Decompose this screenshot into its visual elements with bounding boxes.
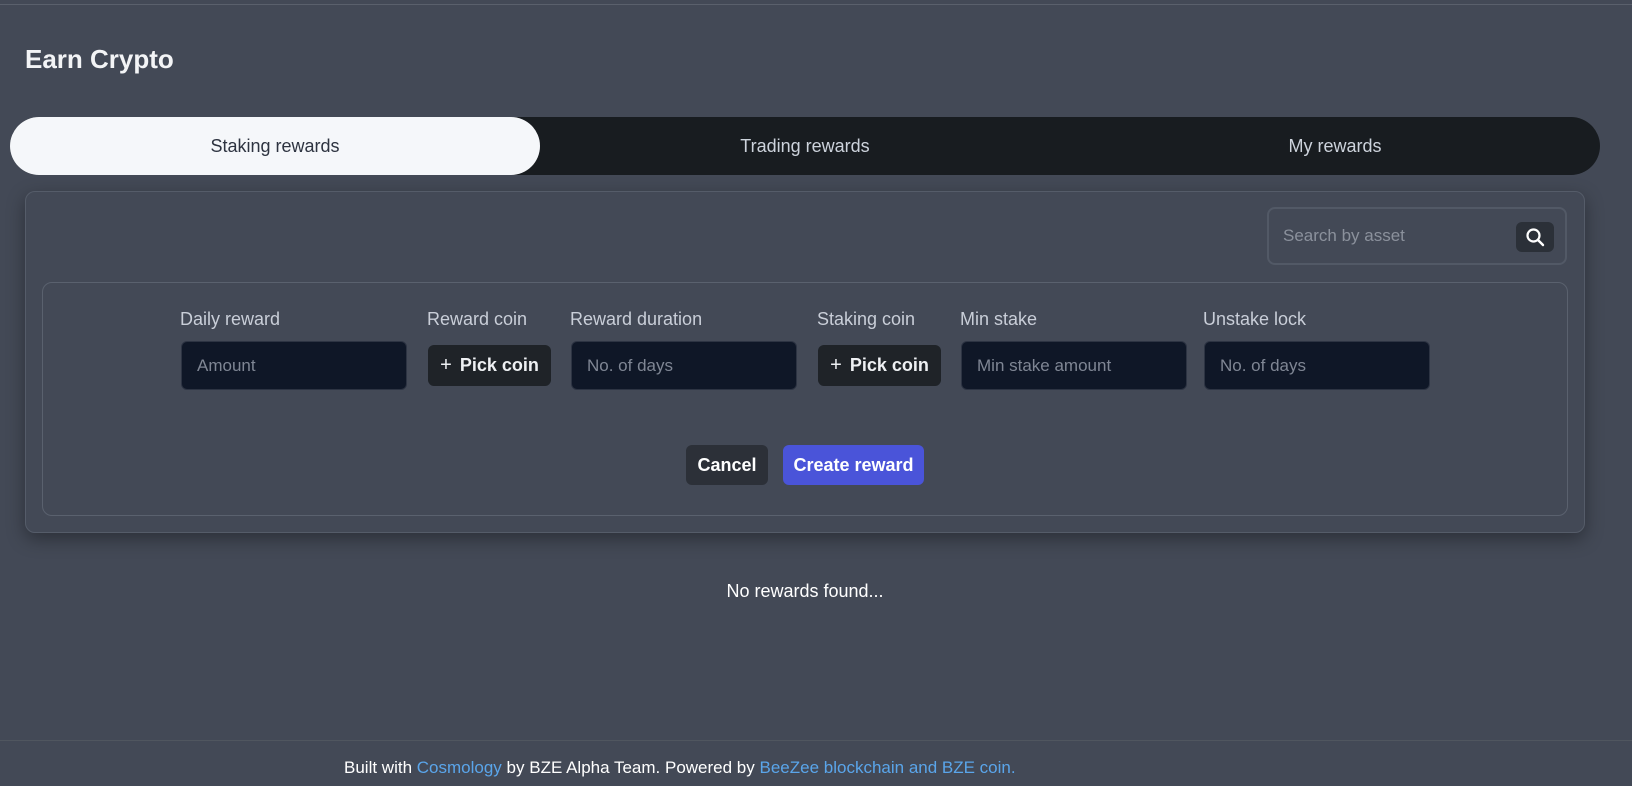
top-divider xyxy=(0,4,1632,5)
tab-trading-rewards[interactable]: Trading rewards xyxy=(540,117,1070,175)
plus-icon: + xyxy=(830,354,842,376)
daily-reward-input[interactable] xyxy=(181,341,407,390)
search-input[interactable] xyxy=(1283,221,1503,251)
reward-duration-input[interactable] xyxy=(571,341,797,390)
rewards-tabs: Staking rewards Trading rewards My rewar… xyxy=(10,117,1600,175)
tab-my-rewards[interactable]: My rewards xyxy=(1070,117,1600,175)
staking-coin-pick-button[interactable]: + Pick coin xyxy=(818,345,941,386)
tab-staking-rewards[interactable]: Staking rewards xyxy=(10,117,540,175)
cancel-button[interactable]: Cancel xyxy=(686,445,768,485)
staking-coin-label: Staking coin xyxy=(817,309,916,329)
daily-reward-label: Daily reward xyxy=(180,309,281,329)
unstake-lock-input[interactable] xyxy=(1204,341,1430,390)
reward-coin-label: Reward coin xyxy=(427,309,528,329)
footer: Built with Cosmology by BZE Alpha Team. … xyxy=(344,758,1016,778)
min-stake-input[interactable] xyxy=(961,341,1187,390)
pick-coin-label: Pick coin xyxy=(459,355,539,375)
beezee-link[interactable]: BeeZee blockchain and BZE coin. xyxy=(760,758,1016,777)
create-reward-button[interactable]: Create reward xyxy=(783,445,924,485)
search-icon xyxy=(1526,228,1545,247)
search-button[interactable] xyxy=(1516,222,1554,252)
page-title: Earn Crypto xyxy=(25,44,174,74)
pick-coin-label: Pick coin xyxy=(849,355,929,375)
reward-duration-label: Reward duration xyxy=(570,309,703,329)
reward-coin-pick-button[interactable]: + Pick coin xyxy=(428,345,551,386)
plus-icon: + xyxy=(440,354,452,376)
cosmology-link[interactable]: Cosmology xyxy=(417,758,502,777)
unstake-lock-label: Unstake lock xyxy=(1203,309,1307,329)
min-stake-label: Min stake xyxy=(960,309,1038,329)
search-box xyxy=(1267,207,1567,265)
empty-state-message: No rewards found... xyxy=(726,581,884,601)
footer-prefix: Built with xyxy=(344,758,413,777)
footer-divider xyxy=(0,740,1632,741)
footer-middle: by BZE Alpha Team. Powered by xyxy=(506,758,755,777)
